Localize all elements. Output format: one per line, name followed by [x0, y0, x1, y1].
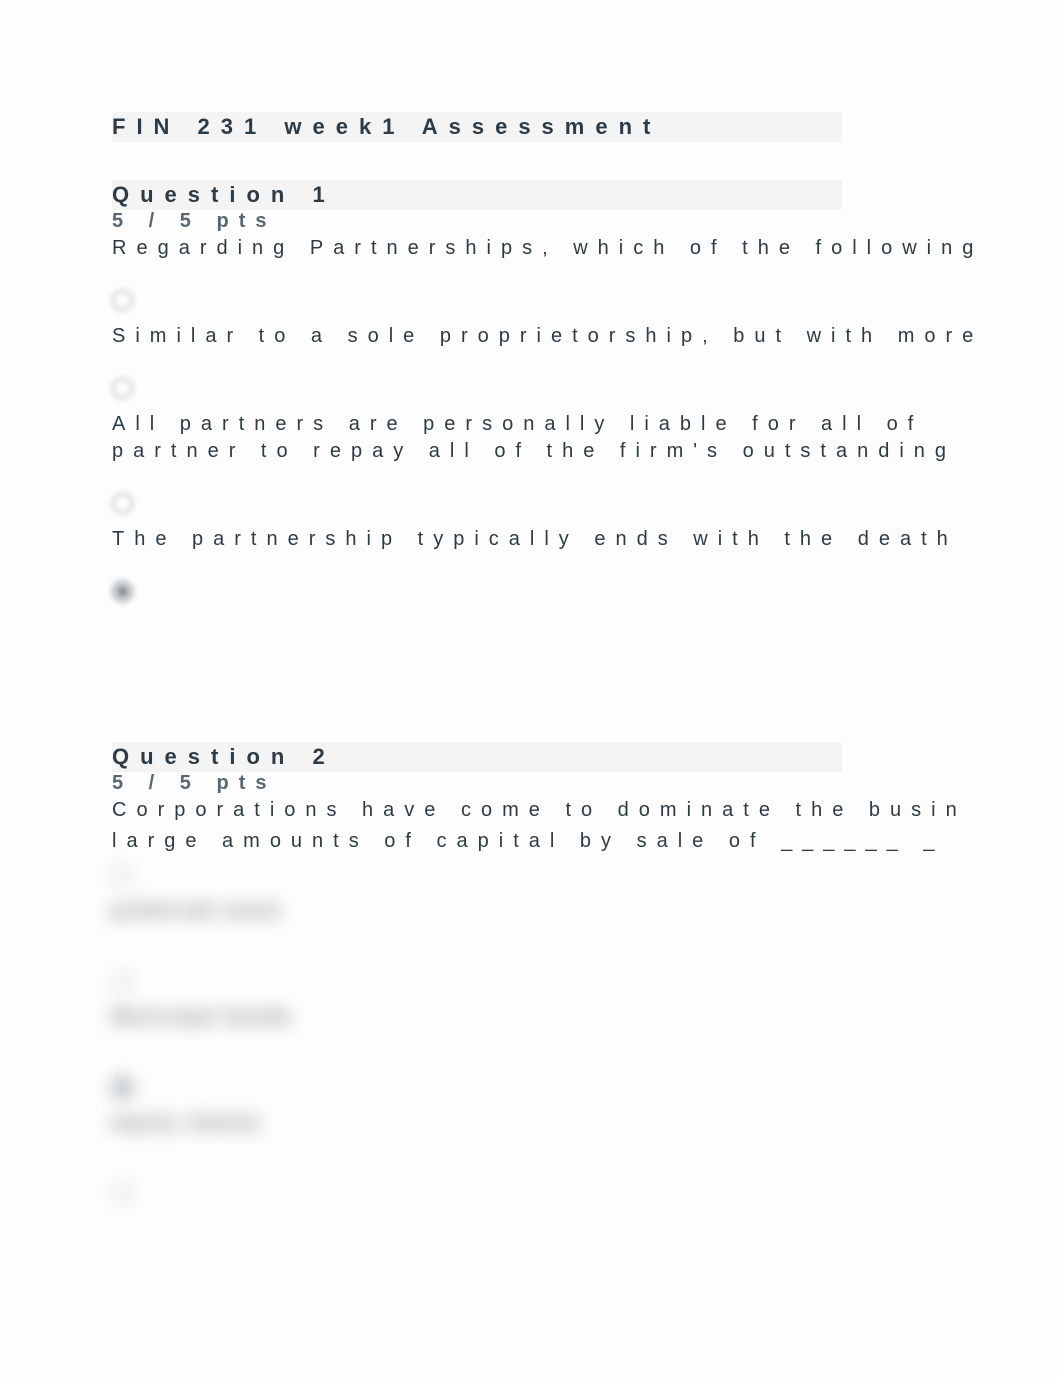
radio-icon[interactable]	[112, 378, 133, 399]
q1-option-2-text-l1: All partners are personally liable for a…	[112, 413, 923, 435]
q2-option-1[interactable]: preferred stock	[112, 865, 1062, 925]
q1-option-2-text-l2: partner to repay all of the firm's outst…	[112, 440, 956, 462]
question-2-heading: Question 2	[112, 742, 1062, 772]
question-1-points: 5 / 5 pts	[112, 210, 1062, 233]
q1-option-1-text: Similar to a sole proprietorship, but wi…	[112, 325, 983, 347]
question-2-options-blurred: preferred stock Municipal bonds equity s…	[112, 865, 1062, 1216]
radio-icon[interactable]	[112, 1077, 133, 1098]
q1-option-2[interactable]: All partners are personally liable for a…	[112, 378, 1062, 465]
radio-icon[interactable]	[112, 865, 133, 886]
question-2: Question 2 5 / 5 pts Corporations have c…	[112, 742, 1062, 1216]
page-title: FIN 231 week1 Assessment	[112, 112, 1062, 142]
q2-option-3[interactable]: equity shares	[112, 1077, 1062, 1137]
q2-option-2-text: Municipal bonds	[112, 1006, 293, 1028]
q2-option-2[interactable]: Municipal bonds	[112, 971, 1062, 1031]
question-2-prompt-l2: large amounts of capital by sale of ____…	[112, 828, 1062, 855]
radio-icon[interactable]	[112, 581, 133, 602]
q2-option-3-text: equity shares	[112, 1112, 262, 1134]
radio-icon[interactable]	[112, 971, 133, 992]
radio-icon[interactable]	[112, 493, 133, 514]
question-1-prompt: Regarding Partnerships, which of the fol…	[112, 235, 1062, 262]
radio-icon[interactable]	[112, 1183, 133, 1204]
q1-option-3-text: The partnership typically ends with the …	[112, 528, 958, 550]
q1-option-3[interactable]: The partnership typically ends with the …	[112, 493, 1062, 553]
q1-option-4[interactable]	[112, 581, 1062, 614]
q2-option-4[interactable]	[112, 1183, 1062, 1216]
question-2-points: 5 / 5 pts	[112, 772, 1062, 795]
question-2-prompt-l1: Corporations have come to dominate the b…	[112, 797, 1062, 824]
question-1-heading: Question 1	[112, 180, 1062, 210]
radio-icon[interactable]	[112, 290, 133, 311]
q2-option-1-text: preferred stock	[112, 900, 281, 922]
question-1: Question 1 5 / 5 pts Regarding Partnersh…	[112, 180, 1062, 614]
q1-option-1[interactable]: Similar to a sole proprietorship, but wi…	[112, 290, 1062, 350]
